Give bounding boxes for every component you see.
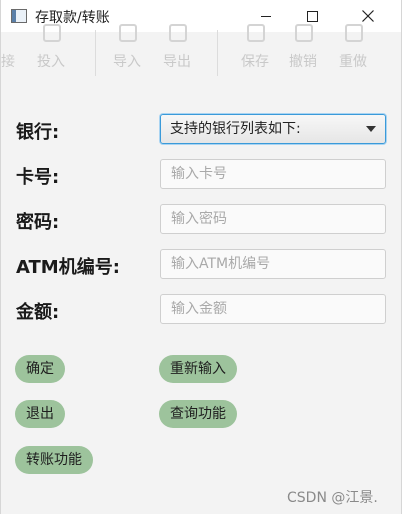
amount-label: 金额: xyxy=(16,302,60,323)
ghost-item: 投入 xyxy=(37,54,65,70)
ghost-icon xyxy=(43,24,61,42)
dialog-window: 存取款/转账 接 投入 导入 导出 保存 撤销 重做 银行: 支持的银行列表如下… xyxy=(0,0,402,514)
bank-label: 银行: xyxy=(16,118,59,144)
ghost-icon xyxy=(345,24,363,42)
bank-select-value: 支持的银行列表如下: xyxy=(170,121,301,137)
ghost-item: 撤销 xyxy=(289,54,317,70)
amount-input[interactable] xyxy=(160,294,386,324)
password-label: 密码: xyxy=(16,212,60,233)
reset-button[interactable]: 重新输入 xyxy=(159,355,237,383)
card-number-label: 卡号: xyxy=(16,167,60,188)
ghost-separator xyxy=(95,30,96,76)
ghost-icon xyxy=(295,24,313,42)
background-toolbar: 接 投入 导入 导出 保存 撤销 重做 xyxy=(1,20,401,76)
ghost-icon xyxy=(119,24,137,42)
password-input[interactable] xyxy=(160,204,386,234)
confirm-button[interactable]: 确定 xyxy=(15,355,65,383)
ghost-icon xyxy=(169,24,187,42)
minimize-icon xyxy=(261,15,271,17)
bank-label-text: 银行: xyxy=(16,122,60,143)
ghost-item: 重做 xyxy=(339,54,367,70)
ghost-icon xyxy=(247,24,265,42)
card-number-input[interactable] xyxy=(160,159,386,189)
chevron-down-icon xyxy=(366,126,376,132)
ghost-item: 导入 xyxy=(113,54,141,70)
watermark: CSDN @江景. xyxy=(287,490,378,506)
ghost-item: 接 xyxy=(1,54,15,70)
atm-number-input[interactable] xyxy=(160,249,386,279)
ghost-item: 导出 xyxy=(163,54,191,70)
exit-button[interactable]: 退出 xyxy=(15,400,65,428)
ghost-separator xyxy=(217,30,218,76)
ghost-item: 保存 xyxy=(241,54,269,70)
bank-select[interactable]: 支持的银行列表如下: xyxy=(160,114,386,144)
atm-number-label: ATM机编号: xyxy=(16,257,120,278)
query-button[interactable]: 查询功能 xyxy=(159,400,237,428)
transfer-button[interactable]: 转账功能 xyxy=(15,446,93,474)
